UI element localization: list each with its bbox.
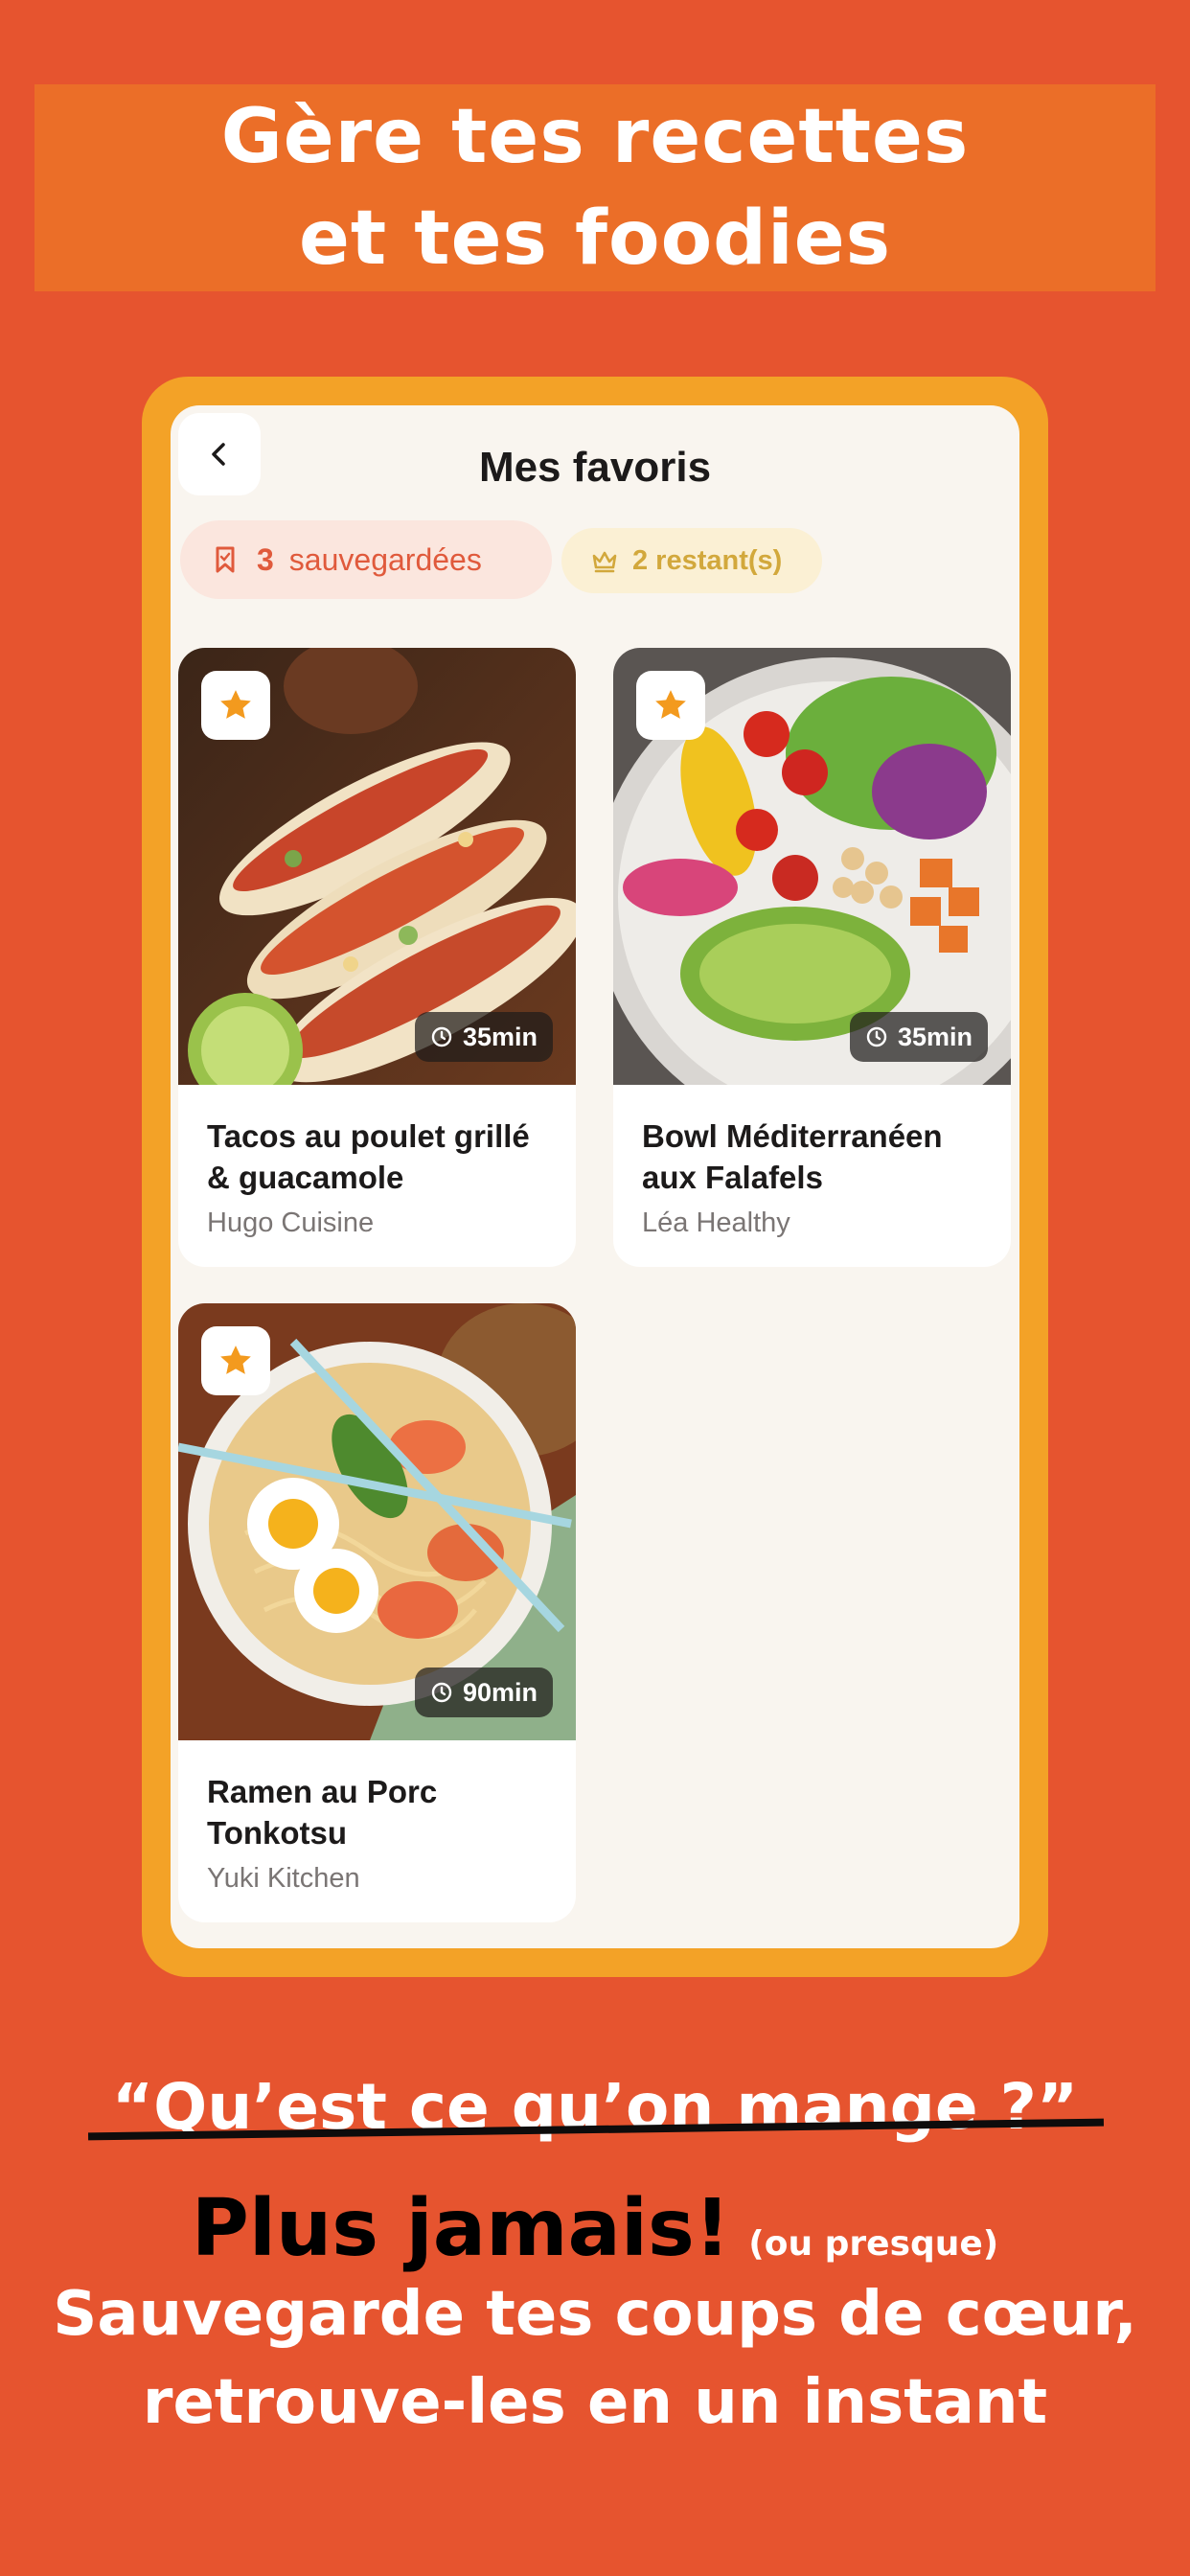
recipe-card-ramen[interactable]: 90min Ramen au Porc Tonkotsu Yuki Kitche… [178,1303,576,1922]
clock-icon [431,1026,452,1047]
remaining-label: 2 restant(s) [632,544,783,576]
recipe-title: Bowl Méditerranéen aux Falafels [642,1116,996,1198]
star-icon [655,690,686,719]
never-text: Plus jamais! [191,2183,731,2274]
recipe-author: Yuki Kitchen [207,1863,360,1894]
favorite-star-button[interactable] [201,1326,270,1395]
crown-icon [592,551,617,573]
favorite-star-button[interactable] [201,671,270,740]
time-badge: 90min [414,1668,553,1717]
time-badge: 35min [414,1012,553,1062]
time-label: 35min [462,1022,538,1051]
recipe-title-line: Ramen au Porc [207,1774,438,1809]
headline-line-1: Gère tes recettes [220,94,970,180]
never-note: (ou presque) [748,2224,999,2264]
phone-screen: Mes favoris 3 sauvegardées 2 restant(s) [171,405,1019,1948]
subline-2: retrouve-les en un instant [142,2367,1048,2438]
recipe-title-line: & guacamole [207,1160,404,1195]
never-row: Plus jamais! (ou presque) [0,2183,1190,2274]
recipe-title: Tacos au poulet grillé & guacamole [207,1116,561,1198]
clock-icon [431,1682,452,1703]
recipe-title-line: aux Falafels [642,1160,823,1195]
clock-icon [866,1026,887,1047]
time-badge: 35min [849,1012,988,1062]
saved-count-pill[interactable]: 3 sauvegardées [180,520,552,599]
star-icon [220,690,251,719]
remaining-pill[interactable]: 2 restant(s) [561,528,822,593]
headline-line-2: et tes foodies [298,196,892,282]
bookmark-icon [216,546,235,573]
screen-title: Mes favoris [478,444,712,491]
star-icon [220,1346,251,1374]
recipe-title-line: Tonkotsu [207,1815,348,1851]
time-label: 35min [897,1022,973,1051]
recipe-image-ramen: 90min [178,1303,576,1740]
favorite-star-button[interactable] [636,671,705,740]
recipe-title: Ramen au Porc Tonkotsu [207,1771,561,1853]
saved-count: 3 [257,541,274,577]
recipe-title-line: Tacos au poulet grillé [207,1118,530,1154]
saved-label: sauvegardées [288,541,482,577]
time-label: 90min [462,1677,538,1707]
recipe-image-tacos: 35min [178,648,576,1085]
phone-frame: Mes favoris 3 sauvegardées 2 restant(s) [142,377,1048,1977]
subline-1: Sauvegarde tes coups de cœur, [53,2279,1137,2350]
recipe-author: Léa Healthy [642,1208,790,1238]
recipe-card-bowl[interactable]: 35min Bowl Méditerranéen aux Falafels Lé… [613,648,1011,1267]
recipe-card-tacos[interactable]: 35min Tacos au poulet grillé & guacamole… [178,648,576,1267]
recipe-author: Hugo Cuisine [207,1208,375,1238]
recipe-title-line: Bowl Méditerranéen [642,1118,943,1154]
recipe-image-bowl: 35min [613,648,1011,1085]
headline-banner: Gère tes recettes et tes foodies [34,84,1156,291]
